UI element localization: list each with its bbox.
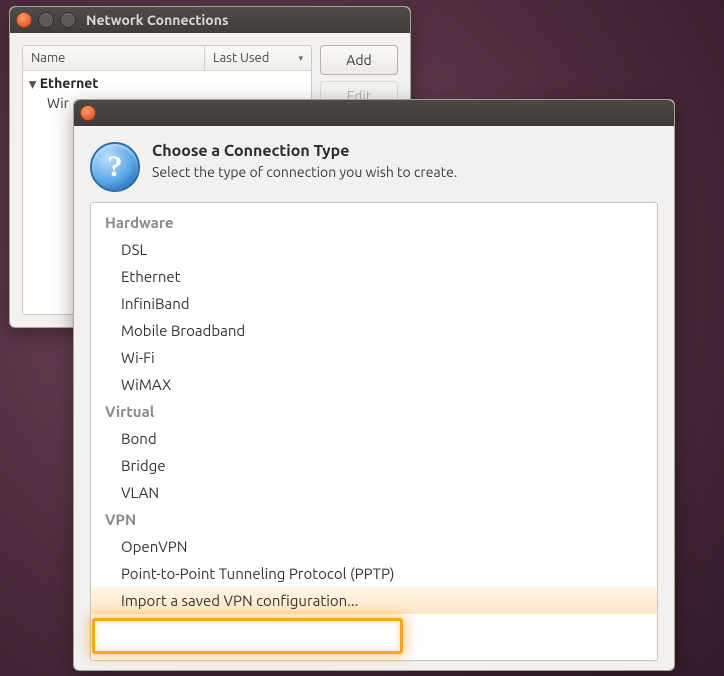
titlebar[interactable]: Network Connections (10, 7, 410, 33)
connection-type-dropdown[interactable]: Hardware DSL Ethernet InfiniBand Mobile … (90, 202, 658, 661)
option-openvpn[interactable]: OpenVPN (91, 533, 657, 560)
option-vlan[interactable]: VLAN (91, 479, 657, 506)
dialog-subheading: Select the type of connection you wish t… (152, 164, 457, 180)
option-ethernet[interactable]: Ethernet (91, 263, 657, 290)
add-button[interactable]: Add (320, 45, 398, 75)
section-hardware: Hardware (91, 209, 657, 236)
minimize-icon[interactable] (38, 12, 54, 28)
col-last-used-label: Last Used (213, 51, 269, 65)
option-import-vpn[interactable]: Import a saved VPN configuration... (91, 587, 657, 614)
option-wimax[interactable]: WiMAX (91, 371, 657, 398)
sort-indicator-icon: ▾ (298, 53, 303, 64)
section-virtual: Virtual (91, 398, 657, 425)
dialog-titlebar[interactable] (74, 100, 674, 126)
option-wifi[interactable]: Wi-Fi (91, 344, 657, 371)
option-infiniband[interactable]: InfiniBand (91, 290, 657, 317)
connection-type-dialog: ? Choose a Connection Type Select the ty… (73, 99, 675, 671)
question-icon: ? (90, 142, 140, 192)
group-label: Ethernet (40, 75, 99, 91)
group-ethernet[interactable]: ▶Ethernet (23, 73, 311, 93)
close-icon[interactable] (80, 105, 96, 121)
maximize-icon[interactable] (60, 12, 76, 28)
col-last-used[interactable]: Last Used ▾ (205, 46, 311, 70)
option-dsl[interactable]: DSL (91, 236, 657, 263)
window-title: Network Connections (86, 12, 229, 28)
section-vpn: VPN (91, 506, 657, 533)
triangle-down-icon: ▶ (27, 81, 39, 89)
option-bond[interactable]: Bond (91, 425, 657, 452)
col-name[interactable]: Name (23, 46, 205, 70)
dialog-heading: Choose a Connection Type (152, 142, 457, 160)
list-header: Name Last Used ▾ (23, 46, 311, 71)
close-icon[interactable] (16, 12, 32, 28)
option-mobile-broadband[interactable]: Mobile Broadband (91, 317, 657, 344)
option-bridge[interactable]: Bridge (91, 452, 657, 479)
option-pptp[interactable]: Point-to-Point Tunneling Protocol (PPTP) (91, 560, 657, 587)
